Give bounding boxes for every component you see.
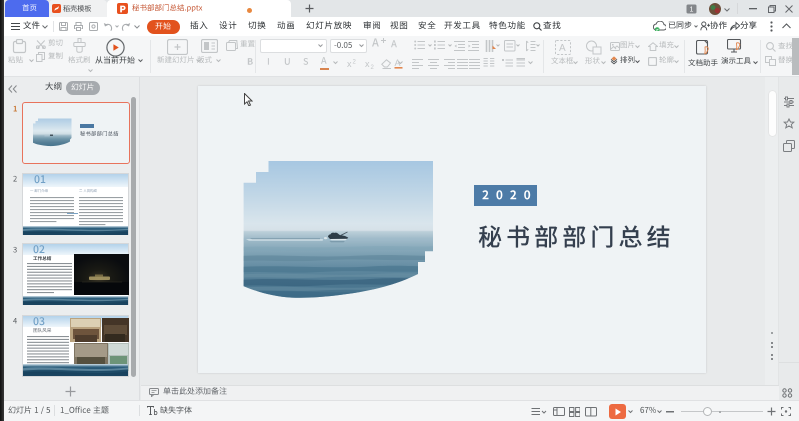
svg-text:x: x xyxy=(347,59,352,69)
svg-text:2: 2 xyxy=(371,65,375,69)
svg-text:2: 2 xyxy=(353,60,357,66)
svg-text:1: 1 xyxy=(690,7,694,14)
svg-text:A: A xyxy=(559,43,566,54)
svg-text:x: x xyxy=(365,59,370,69)
